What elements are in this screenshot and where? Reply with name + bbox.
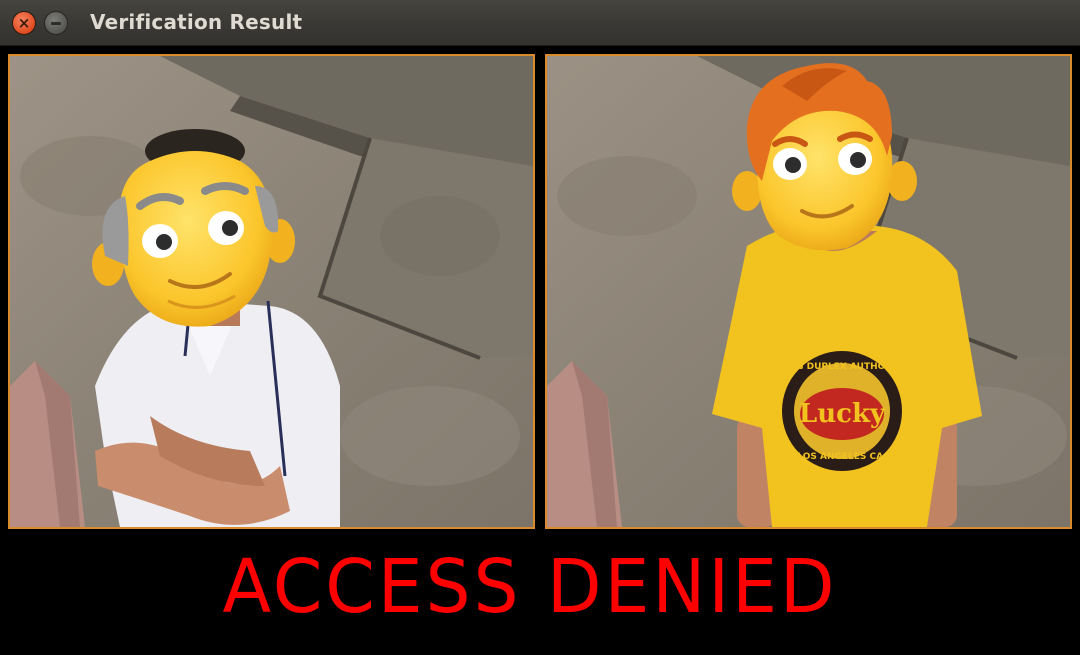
access-result-text: ACCESS DENIED [222,544,838,630]
title-bar[interactable]: × Verification Result [0,0,1080,46]
left-capture-image [8,54,535,529]
close-button[interactable]: × [12,11,36,35]
right-capture-image: Lucky FLYING DUPLEX AUTHORIZED LOS ANGEL… [545,54,1072,529]
logo-arc-text: FLYING DUPLEX AUTHORIZED [768,362,915,372]
minimize-button[interactable] [44,11,68,35]
logo-center-text: Lucky [799,399,886,429]
close-icon: × [17,13,31,32]
window-title: Verification Result [90,10,303,34]
logo-bottom-text: LOS ANGELES CA. [797,452,886,462]
minimize-icon [51,21,61,25]
verification-window: × Verification Result Lucky FLYING DUPLE… [0,0,1080,655]
